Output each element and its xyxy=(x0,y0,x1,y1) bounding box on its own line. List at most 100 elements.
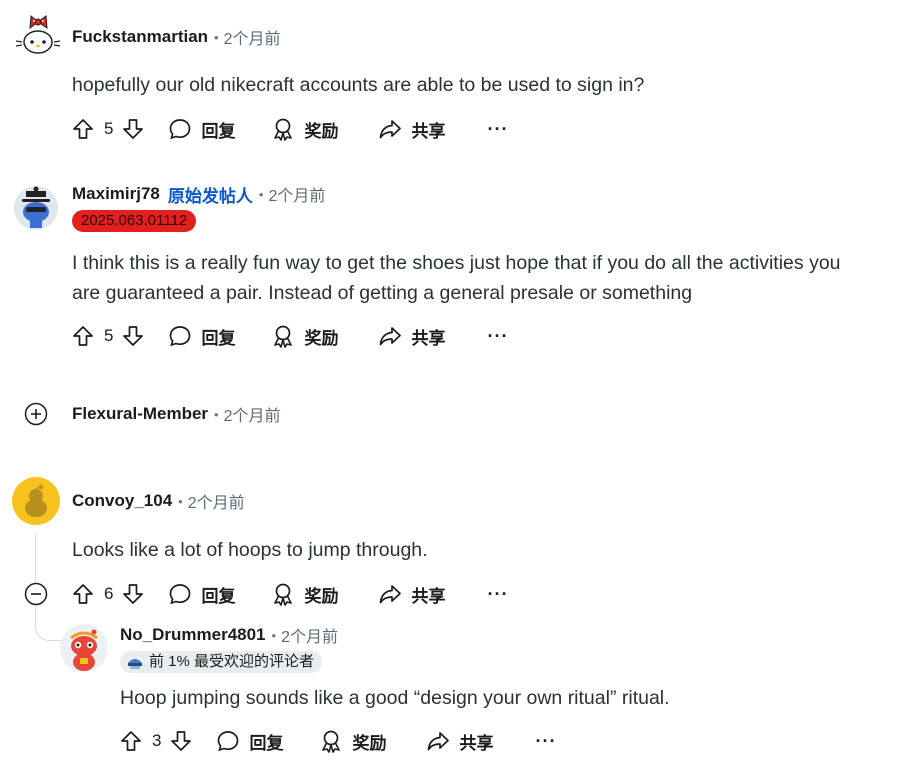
upvote-button[interactable] xyxy=(120,730,142,752)
timestamp[interactable]: 2个月前 xyxy=(281,623,338,647)
vote-count: 6 xyxy=(104,584,114,603)
more-options-button[interactable]: ··· xyxy=(535,731,556,752)
award-icon xyxy=(274,118,293,141)
award-button[interactable]: 奖励 xyxy=(271,582,338,607)
comment-line: are guaranteed a pair. Instead of gettin… xyxy=(72,282,693,304)
comment-body: I think this is a really fun way to get … xyxy=(72,248,841,308)
reply-label: 回复 xyxy=(201,121,236,141)
share-button[interactable]: 共享 xyxy=(378,582,445,607)
author-name[interactable]: Maximirj78 xyxy=(72,184,160,204)
comment-line: Looks like a lot of hoops to jump throug… xyxy=(72,539,428,561)
separator-dot: • xyxy=(178,493,183,509)
comment-meta: Flexural-Member • 2个月前 xyxy=(72,403,281,425)
more-options-button[interactable]: ··· xyxy=(487,119,508,140)
upvote-icon xyxy=(73,326,93,346)
more-options-button[interactable]: ··· xyxy=(487,584,508,605)
collapse-thread-button[interactable] xyxy=(24,582,48,606)
achievement-badge[interactable]: 前 1% 最受欢迎的评论者 xyxy=(120,651,323,673)
upvote-button[interactable] xyxy=(72,325,94,347)
share-icon xyxy=(380,327,402,346)
award-icon xyxy=(274,325,293,348)
comment-actions: 5 回复 奖励 共享 ··· xyxy=(72,321,508,351)
op-label: 原始发帖人 xyxy=(167,186,253,206)
reply-label: 回复 xyxy=(201,328,236,348)
separator-dot: • xyxy=(258,186,264,202)
downvote-icon xyxy=(123,584,144,604)
reply-button[interactable]: 回复 xyxy=(168,582,235,607)
comment-meta: Maximirj78 原始发帖人 • 2个月前 xyxy=(72,182,325,206)
author-name[interactable]: Convoy_104 xyxy=(72,491,172,511)
timestamp[interactable]: 2个月前 xyxy=(224,25,281,49)
author-name[interactable]: No_Drummer4801 xyxy=(120,625,266,645)
comment-meta: Convoy_104 • 2个月前 xyxy=(72,490,245,512)
share-button[interactable]: 共享 xyxy=(378,117,445,142)
timestamp[interactable]: 2个月前 xyxy=(268,182,325,206)
avatar[interactable] xyxy=(60,624,108,672)
award-label: 奖励 xyxy=(304,586,339,606)
comment-body: Looks like a lot of hoops to jump throug… xyxy=(72,535,428,565)
top-commenter-icon xyxy=(128,659,142,669)
downvote-button[interactable] xyxy=(170,730,192,752)
share-button[interactable]: 共享 xyxy=(378,324,445,349)
upvote-button[interactable] xyxy=(72,118,94,140)
timestamp[interactable]: 2个月前 xyxy=(188,489,245,513)
thread-line[interactable] xyxy=(35,534,36,582)
downvote-icon xyxy=(171,731,192,751)
comment-body: Hoop jumping sounds like a good “design … xyxy=(120,683,670,713)
award-label: 奖励 xyxy=(352,733,387,753)
vote-count: 5 xyxy=(104,326,114,345)
comment-line: hopefully our old nikecraft accounts are… xyxy=(72,74,645,96)
upvote-icon xyxy=(73,584,93,604)
comment-actions: 6 回复 奖励 共享 ··· xyxy=(72,579,508,609)
downvote-button[interactable] xyxy=(122,583,144,605)
expand-icon xyxy=(24,402,48,426)
author-name[interactable]: Flexural-Member xyxy=(72,404,208,424)
comment-meta: No_Drummer4801 • 2个月前 xyxy=(120,624,338,646)
downvote-button[interactable] xyxy=(122,118,144,140)
comment-icon xyxy=(170,119,191,140)
award-button[interactable]: 奖励 xyxy=(271,324,338,349)
reply-button[interactable]: 回复 xyxy=(168,324,235,349)
separator-dot: • xyxy=(214,29,219,45)
avatar[interactable] xyxy=(15,12,64,60)
separator-dot: • xyxy=(214,406,219,422)
downvote-button[interactable] xyxy=(122,325,144,347)
comment-icon xyxy=(170,326,191,347)
downvote-icon xyxy=(123,326,144,346)
comment-icon xyxy=(218,731,239,752)
timestamp[interactable]: 2个月前 xyxy=(224,402,281,426)
more-options-button[interactable]: ··· xyxy=(487,326,508,347)
downvote-icon xyxy=(123,119,144,139)
upvote-button[interactable] xyxy=(72,583,94,605)
share-label: 共享 xyxy=(459,733,494,753)
share-icon xyxy=(380,120,402,139)
award-button[interactable]: 奖励 xyxy=(319,729,386,754)
share-label: 共享 xyxy=(411,328,446,348)
comment-line: I think this is a really fun way to get … xyxy=(72,252,841,274)
reply-button[interactable]: 回复 xyxy=(216,729,283,754)
comment-meta: Fuckstanmartian • 2个月前 xyxy=(72,26,281,48)
comment-body: hopefully our old nikecraft accounts are… xyxy=(72,70,644,100)
avatar[interactable] xyxy=(12,477,60,525)
share-button[interactable]: 共享 xyxy=(426,729,493,754)
avatar[interactable] xyxy=(12,182,60,230)
comment-actions: 3 回复 奖励 共享 ··· xyxy=(120,726,556,756)
share-icon xyxy=(380,585,402,604)
award-button[interactable]: 奖励 xyxy=(271,117,338,142)
award-label: 奖励 xyxy=(304,121,339,141)
separator-dot: • xyxy=(271,627,277,643)
share-icon xyxy=(428,732,450,751)
reply-label: 回复 xyxy=(201,586,236,606)
upvote-icon xyxy=(121,731,141,751)
vote-count: 5 xyxy=(104,119,114,138)
expand-thread-button[interactable] xyxy=(24,402,48,426)
author-name[interactable]: Fuckstanmartian xyxy=(72,27,208,47)
comment-actions: 5 回复 奖励 共享 ··· xyxy=(72,114,508,144)
reply-label: 回复 xyxy=(249,733,284,753)
award-icon xyxy=(322,730,341,753)
reply-button[interactable]: 回复 xyxy=(168,117,235,142)
user-flair: 2025.063.01112 xyxy=(72,210,197,232)
collapse-icon xyxy=(24,582,48,606)
share-label: 共享 xyxy=(411,121,446,141)
badge-label: 前 1% 最受欢迎的评论者 xyxy=(149,653,315,670)
